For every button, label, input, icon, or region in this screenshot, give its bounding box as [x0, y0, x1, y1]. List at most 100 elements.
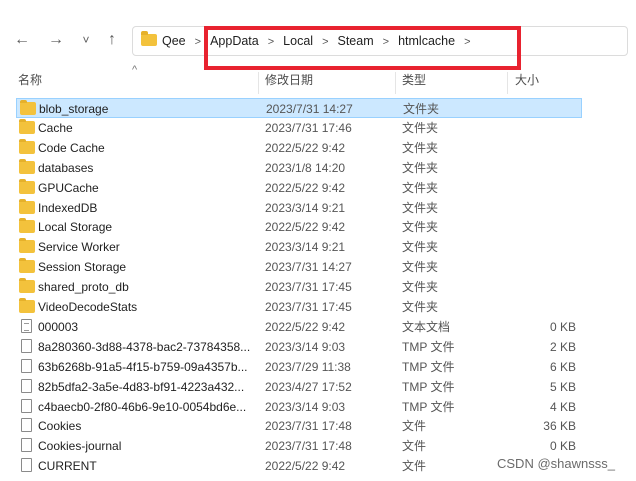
- folder-icon: [20, 100, 36, 115]
- file-icon: [21, 418, 32, 433]
- file-row[interactable]: Cookies 2023/7/31 17:48 文件 36 KB: [16, 416, 582, 436]
- text-document-icon: [21, 318, 32, 333]
- column-divider[interactable]: [258, 72, 259, 94]
- row-name: blob_storage: [39, 102, 109, 116]
- file-row[interactable]: Cookies-journal 2023/7/31 17:48 文件 0 KB: [16, 436, 582, 456]
- back-arrow-icon[interactable]: ←: [12, 30, 32, 50]
- row-date: 2023/7/31 14:27: [265, 260, 352, 275]
- folder-row[interactable]: Cache 2023/7/31 17:46 文件夹: [16, 118, 582, 138]
- row-type: TMP 文件: [402, 379, 455, 394]
- annotation-highlight-box: [204, 26, 521, 70]
- folder-row[interactable]: Service Worker 2023/3/14 9:21 文件夹: [16, 237, 582, 257]
- folder-row[interactable]: IndexedDB 2023/3/14 9:21 文件夹: [16, 198, 582, 218]
- column-header-row: 名称 修改日期 类型 大小: [0, 72, 636, 94]
- row-name: CURRENT: [38, 459, 97, 474]
- row-date: 2023/3/14 9:03: [265, 399, 346, 414]
- file-row[interactable]: 82b5dfa2-3a5e-4d83-bf91-4223a432... 2023/…: [16, 377, 582, 397]
- row-name: c4baecb0-2f80-46b6-9e10-0054bd6e...: [38, 399, 247, 414]
- row-date: 2022/5/22 9:42: [265, 140, 346, 155]
- row-date: 2023/4/27 17:52: [265, 379, 352, 394]
- file-row[interactable]: 63b6268b-91a5-4f15-b759-09a4357b... 2023/…: [16, 357, 582, 377]
- row-name: Local Storage: [38, 220, 113, 235]
- row-date: 2022/5/22 9:42: [265, 319, 346, 334]
- file-icon: [21, 378, 32, 393]
- breadcrumb-segment[interactable]: Qee: [162, 34, 186, 48]
- row-date: 2023/7/29 11:38: [265, 359, 351, 374]
- row-name: Code Cache: [38, 140, 105, 155]
- folder-icon: [19, 198, 35, 214]
- folder-icon: [19, 258, 35, 274]
- file-icon: [21, 338, 32, 353]
- file-row[interactable]: c4baecb0-2f80-46b6-9e10-0054bd6e... 2023/…: [16, 397, 582, 417]
- folder-icon: [141, 31, 157, 46]
- column-header-name[interactable]: 名称: [18, 72, 42, 94]
- up-arrow-icon[interactable]: ↑: [102, 30, 122, 50]
- folder-icon: [19, 218, 35, 234]
- row-name: GPUCache: [38, 180, 99, 195]
- row-date: 2023/7/31 17:45: [265, 300, 352, 314]
- row-type: 文件夹: [402, 120, 439, 135]
- row-type: 文件夹: [402, 160, 439, 175]
- row-name: 63b6268b-91a5-4f15-b759-09a4357b...: [38, 359, 248, 374]
- row-size: 0 KB: [549, 439, 576, 454]
- row-type: 文件夹: [402, 300, 439, 314]
- column-header-size[interactable]: 大小: [515, 72, 539, 94]
- file-row[interactable]: 000003 2022/5/22 9:42 文本文档 0 KB: [16, 317, 582, 337]
- row-name: VideoDecodeStats: [38, 300, 138, 314]
- row-name: 8a280360-3d88-4378-bac2-73784358...: [38, 339, 251, 354]
- column-divider[interactable]: [395, 72, 396, 94]
- recent-locations-chevron-icon[interactable]: ˅: [76, 30, 96, 50]
- folder-row[interactable]: VideoDecodeStats 2023/7/31 17:45 文件夹: [16, 297, 582, 317]
- row-date: 2023/1/8 14:20: [265, 160, 346, 175]
- row-type: 文件夹: [403, 102, 440, 116]
- row-date: 2023/3/14 9:03: [265, 339, 346, 354]
- row-date: 2023/7/31 17:45: [265, 280, 352, 295]
- folder-icon: [19, 158, 35, 174]
- row-size: 5 KB: [549, 379, 576, 394]
- row-size: 6 KB: [549, 359, 576, 374]
- row-date: 2023/3/14 9:21: [265, 240, 346, 255]
- folder-icon: [19, 138, 35, 154]
- row-date: 2022/5/22 9:42: [265, 459, 346, 474]
- row-type: 文本文档: [402, 319, 451, 334]
- file-icon: [21, 398, 32, 413]
- row-date: 2023/7/31 17:46: [265, 120, 352, 135]
- folder-row[interactable]: Session Storage 2023/7/31 14:27 文件夹: [16, 257, 582, 277]
- row-name: Cookies-journal: [38, 439, 122, 454]
- row-name: IndexedDB: [38, 200, 98, 215]
- folder-row[interactable]: databases 2023/1/8 14:20 文件夹: [16, 158, 582, 178]
- row-name: databases: [38, 160, 94, 175]
- column-header-type[interactable]: 类型: [402, 72, 426, 94]
- row-size: 36 KB: [543, 419, 576, 434]
- breadcrumb-chevron-icon[interactable]: >: [195, 36, 201, 48]
- file-row[interactable]: 8a280360-3d88-4378-bac2-73784358... 2023/…: [16, 337, 582, 357]
- row-type: 文件夹: [402, 220, 439, 235]
- row-date: 2023/3/14 9:21: [265, 200, 346, 215]
- forward-arrow-icon[interactable]: →: [46, 30, 66, 50]
- column-divider[interactable]: [507, 72, 508, 94]
- row-type: 文件夹: [402, 140, 439, 155]
- row-date: 2023/7/31 17:48: [265, 439, 352, 454]
- row-name: Cache: [38, 120, 73, 135]
- watermark: CSDN @shawnsss_: [497, 456, 615, 471]
- folder-row[interactable]: blob_storage 2023/7/31 14:27 文件夹: [16, 98, 582, 118]
- file-icon: [21, 458, 32, 473]
- row-name: Session Storage: [38, 260, 127, 275]
- row-size: 0 KB: [549, 319, 576, 334]
- row-date: 2022/5/22 9:42: [265, 220, 346, 235]
- row-name: Service Worker: [38, 240, 120, 255]
- row-date: 2023/7/31 14:27: [266, 102, 353, 116]
- folder-row[interactable]: Code Cache 2022/5/22 9:42 文件夹: [16, 138, 582, 158]
- row-type: TMP 文件: [402, 339, 455, 354]
- folder-row[interactable]: Local Storage 2022/5/22 9:42 文件夹: [16, 217, 582, 237]
- row-type: 文件: [402, 419, 427, 434]
- column-header-date[interactable]: 修改日期: [265, 72, 313, 94]
- folder-icon: [19, 238, 35, 254]
- folder-icon: [19, 118, 35, 134]
- folder-icon: [19, 278, 35, 294]
- file-icon: [21, 438, 32, 453]
- folder-row[interactable]: shared_proto_db 2023/7/31 17:45 文件夹: [16, 277, 582, 297]
- row-name: shared_proto_db: [38, 280, 129, 295]
- row-name: 82b5dfa2-3a5e-4d83-bf91-4223a432...: [38, 379, 245, 394]
- folder-row[interactable]: GPUCache 2022/5/22 9:42 文件夹: [16, 178, 582, 198]
